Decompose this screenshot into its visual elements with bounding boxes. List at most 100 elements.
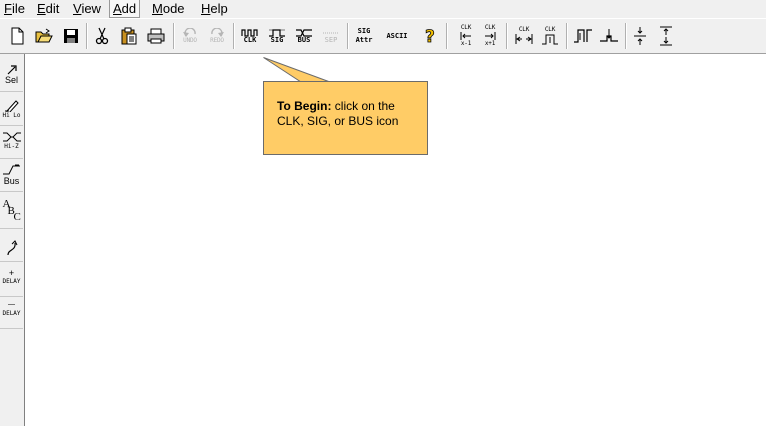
compress-vertical-icon <box>634 27 646 45</box>
clk-shift-left-bottom: x-1 <box>460 40 472 47</box>
add-clk-button[interactable]: CLK <box>238 22 262 50</box>
help-question-icon: ? <box>425 27 436 46</box>
help-button[interactable]: ? <box>418 22 442 50</box>
ascii-label: ASCII <box>386 31 408 40</box>
remove-delay-button[interactable]: — DELAY <box>0 300 23 329</box>
toolbar: UNDO REDO CLK SIG BUS SEP SIG Attr ASCII… <box>0 19 766 54</box>
menu-mode-accel: M <box>152 1 163 16</box>
bus-label: BUS <box>297 35 311 44</box>
undo-button[interactable]: UNDO <box>178 22 202 50</box>
menu-mode-label: ode <box>162 1 185 16</box>
undo-label: UNDO <box>183 37 197 44</box>
narrow-pulse-icon <box>542 34 558 45</box>
save-button[interactable] <box>59 22 83 50</box>
menu-add-label: dd <box>121 1 137 16</box>
toolbar-separator <box>625 23 627 49</box>
select-tool-button[interactable]: Sel <box>0 64 23 92</box>
toolbar-separator <box>173 23 175 49</box>
hilo-tool-button[interactable]: Hi Lo <box>0 98 23 126</box>
menu-mode[interactable]: Mode <box>149 0 188 17</box>
add-bus-button[interactable]: BUS <box>292 22 316 50</box>
callout-pointer <box>263 57 331 83</box>
clk-narrow-button[interactable]: CLK <box>538 22 562 50</box>
menu-file[interactable]: File <box>1 0 28 17</box>
sig-attr-label-top: SIG <box>357 27 371 35</box>
save-disk-icon <box>64 29 78 43</box>
add-sep-button[interactable]: SEP <box>319 22 343 50</box>
sep-label: SEP <box>324 35 338 44</box>
sig-label: SIG <box>270 35 284 44</box>
add-sig-button[interactable]: SIG <box>265 22 289 50</box>
select-label: Sel <box>4 75 18 85</box>
clk-shift-right-button[interactable]: CLK x+1 <box>478 22 502 50</box>
clk-shift-right-bottom: x+1 <box>484 40 496 47</box>
toolbar-separator <box>566 23 568 49</box>
menu-edit[interactable]: Edit <box>34 0 62 17</box>
hiz-tool-button[interactable]: Hi-Z <box>0 131 23 159</box>
curve-arrow-icon <box>6 239 17 255</box>
expand-height-button[interactable] <box>654 22 678 50</box>
toolbar-separator <box>446 23 448 49</box>
menu-help[interactable]: Help <box>198 0 231 17</box>
redo-button[interactable]: REDO <box>205 22 229 50</box>
hiz-wave-icon <box>2 132 21 142</box>
clipboard-icon <box>121 27 137 45</box>
menu-help-label: elp <box>210 1 228 16</box>
getting-started-callout: To Begin: click on the CLK, SIG, or BUS … <box>263 81 428 155</box>
ascii-button[interactable]: ASCII <box>383 22 411 50</box>
sig-attr-label-bottom: Attr <box>355 36 373 44</box>
rising-edge-icon <box>574 29 592 43</box>
new-file-icon <box>11 27 24 45</box>
signal-attributes-button[interactable]: SIG Attr <box>352 22 376 50</box>
menu-add-accel: A <box>113 1 122 16</box>
bus-pen-icon <box>2 164 20 175</box>
curve-tool-button[interactable] <box>0 234 23 262</box>
hilo-pen-icon <box>4 100 19 112</box>
remove-delay-sign: — <box>8 301 15 308</box>
menu-edit-label: dit <box>45 1 60 16</box>
compress-height-button[interactable] <box>628 22 652 50</box>
menu-help-accel: H <box>201 1 211 16</box>
menu-bar: File Edit View Add Mode Help <box>0 0 766 18</box>
menu-file-label: ile <box>11 1 25 16</box>
menu-view-label: iew <box>81 1 101 16</box>
hilo-label: Hi Lo <box>2 112 21 119</box>
new-file-button[interactable] <box>5 22 29 50</box>
toolbar-separator <box>86 23 88 49</box>
menu-file-accel: F <box>4 1 12 16</box>
text-tool-button[interactable]: A B C <box>0 198 23 229</box>
clk-label: CLK <box>243 35 257 44</box>
bus-tool-button[interactable]: Bus <box>0 164 23 192</box>
toolbar-separator <box>506 23 508 49</box>
rising-edge-button[interactable] <box>571 22 595 50</box>
edge-marker-icon <box>600 29 618 42</box>
select-arrow-icon <box>7 65 17 75</box>
bus-tool-label: Bus <box>3 176 20 186</box>
add-delay-label: DELAY <box>2 278 21 285</box>
paste-button[interactable] <box>117 22 141 50</box>
expand-vertical-icon <box>660 26 672 46</box>
scissors-icon <box>95 27 109 45</box>
open-file-button[interactable] <box>32 22 56 50</box>
add-delay-button[interactable]: + DELAY <box>0 268 23 297</box>
tool-palette: Sel Hi Lo Hi-Z Bus A B C + DELAY — DELAY <box>0 54 25 426</box>
hiz-label: Hi-Z <box>4 143 19 150</box>
menu-edit-accel: E <box>37 1 46 16</box>
toolbar-separator <box>233 23 235 49</box>
menu-view[interactable]: View <box>70 0 104 17</box>
clk-shift-left-button[interactable]: CLK x-1 <box>454 22 478 50</box>
menu-add[interactable]: Add <box>109 0 141 18</box>
text-icon-c: C <box>13 211 21 223</box>
clk-widen-button[interactable]: CLK <box>512 22 536 50</box>
callout-heading: To Begin: <box>277 99 332 113</box>
toolbar-separator <box>347 23 349 49</box>
widen-pulse-icon <box>515 34 533 44</box>
cut-button[interactable] <box>90 22 114 50</box>
redo-label: REDO <box>210 37 224 44</box>
print-button[interactable] <box>144 22 168 50</box>
add-delay-sign: + <box>8 268 15 278</box>
text-abc-icon: A B C <box>2 198 22 224</box>
remove-delay-label: DELAY <box>2 310 21 317</box>
falling-edge-button[interactable] <box>597 22 621 50</box>
printer-icon <box>147 28 165 44</box>
